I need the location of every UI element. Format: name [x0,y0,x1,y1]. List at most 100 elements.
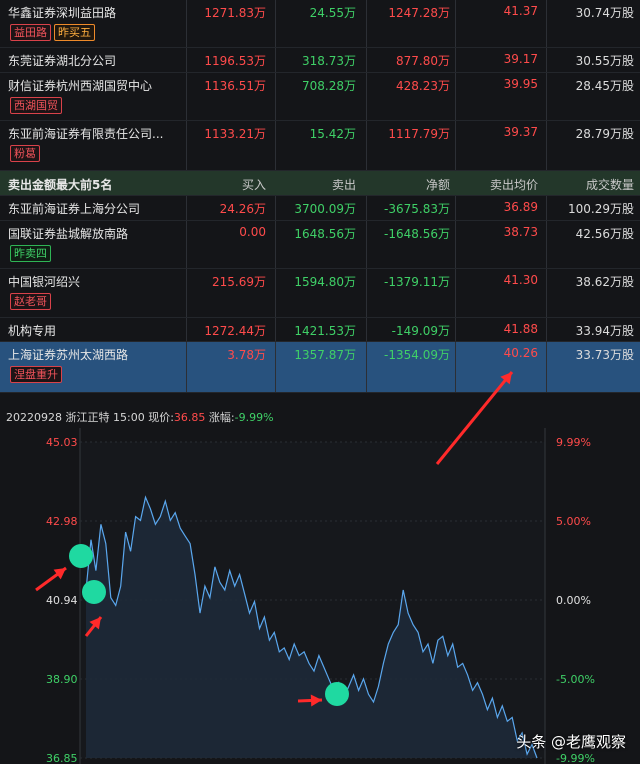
column-divider [546,48,547,72]
y-tick-label: 45.03 [46,436,78,449]
net-amount: -1354.09万 [384,348,450,362]
column-divider [366,318,367,341]
column-divider [455,269,456,317]
broker-tag[interactable]: 赵老哥 [10,293,51,310]
broker-name: 华鑫证券深圳益田路 [8,6,117,20]
sell-amount: 24.55万 [309,6,356,20]
net-amount: -3675.83万 [384,202,450,216]
pct-tick-label: -5.00% [556,673,595,686]
net-amount: 877.80万 [396,54,450,68]
header-volume: 成交数量 [585,178,634,192]
pct-tick-label: 5.00% [556,515,591,528]
column-divider [366,121,367,170]
net-amount: -1648.56万 [384,227,450,241]
pct-tick-label: 9.99% [556,436,591,449]
header-sell: 卖出 [331,178,356,192]
table-row[interactable]: 东莞证券湖北分公司 1196.53万 318.73万 877.80万 39.17 30.5… [0,48,640,73]
trade-marker-1 [69,544,93,568]
column-divider [366,196,367,220]
average-price: 41.37 [503,4,538,18]
column-divider [546,121,547,170]
column-divider [366,48,367,72]
buy-amount: 1271.83万 [204,6,266,20]
column-divider [455,121,456,170]
column-divider [455,0,456,47]
table-row[interactable]: 上海证券苏州太湖西路 3.78万 1357.87万 -1354.09万 40.26 33.… [0,342,640,393]
table-row[interactable]: 东亚前海证券上海分公司 24.26万 3700.09万 -3675.83万 36.89 1… [0,196,640,221]
net-amount: 428.23万 [396,79,450,93]
trade-volume: 28.45万股 [575,79,634,93]
header-net: 净额 [425,178,450,192]
column-divider [366,221,367,268]
broker-tag[interactable]: 昨卖四 [10,245,51,262]
column-divider [366,269,367,317]
column-divider [366,73,367,120]
y-tick-label: 36.85 [46,752,78,764]
column-divider [546,73,547,120]
table-row[interactable]: 华鑫证券深圳益田路 1271.83万 24.55万 1247.28万 41.37 30.7… [0,0,640,48]
arrow-to-marker-1 [35,566,67,592]
column-divider [186,221,187,268]
info-change-label: 涨幅: [208,411,235,424]
average-price: 39.37 [503,125,538,139]
buy-amount: 1133.21万 [204,127,266,141]
column-divider [455,221,456,268]
average-price: 36.89 [503,200,538,214]
intraday-chart: 45.03 9.99% 42.98 5.00% 40.94 0.00% 38.90 -5.00… [35,428,595,764]
pct-tick-label: -9.99% [556,752,595,764]
buy-rows: 华鑫证券深圳益田路 1271.83万 24.55万 1247.28万 41.37 30.7… [0,0,640,171]
broker-name: 中国银河绍兴 [8,275,81,289]
column-divider [455,196,456,220]
column-divider [275,196,276,220]
trade-volume: 33.94万股 [575,324,634,338]
broker-name: 东莞证券湖北分公司 [8,54,117,68]
broker-tag[interactable]: 益田路 [10,24,51,41]
buy-amount: 3.78万 [227,348,266,362]
net-amount: -149.09万 [391,324,450,338]
trade-marker-3 [325,682,349,706]
table-row[interactable]: 国联证券盐城解放南路 0.00 1648.56万 -1648.56万 38.73 42.5… [0,221,640,269]
sell-amount: 1648.56万 [294,227,356,241]
column-divider [186,342,187,392]
sell-amount: 3700.09万 [294,202,356,216]
broker-tag[interactable]: 西湖国贸 [10,97,62,114]
pct-tick-label: 0.00% [556,594,591,607]
average-price: 41.88 [503,322,538,336]
average-price: 38.73 [503,225,538,239]
info-price: 36.85 [173,411,206,424]
column-divider [455,48,456,72]
broker-tag[interactable]: 涅盘重升 [10,366,62,383]
column-divider [275,342,276,392]
column-divider [186,73,187,120]
sell-amount: 1594.80万 [294,275,356,289]
net-amount: 1247.28万 [388,6,450,20]
table-row[interactable]: 机构专用 1272.44万 1421.53万 -149.09万 41.88 33.94万股 [0,318,640,342]
trade-volume: 28.79万股 [575,127,634,141]
info-stock: 浙江正特 [65,411,110,424]
table-row[interactable]: 东亚前海证券有限责任公司... 1133.21万 15.42万 1117.79万 39.… [0,121,640,171]
sell-rows: 东亚前海证券上海分公司 24.26万 3700.09万 -3675.83万 36.89 1… [0,196,640,393]
buy-amount: 0.00 [239,225,266,239]
tag-group: 西湖国贸 [10,97,62,114]
broker-name: 财信证券杭州西湖国贸中心 [8,79,153,93]
broker-name: 东亚前海证券上海分公司 [8,202,141,216]
info-date: 20220928 [6,411,62,424]
tag-group: 益田路 昨买五 [10,24,95,41]
broker-tag[interactable]: 粉葛 [10,145,40,162]
buy-amount: 215.69万 [212,275,266,289]
column-divider [366,342,367,392]
column-divider [455,342,456,392]
header-avg: 卖出均价 [489,178,538,192]
table-row[interactable]: 财信证券杭州西湖国贸中心 1136.51万 708.28万 428.23万 39.95 2… [0,73,640,121]
sell-header-title: 卖出金额最大前5名 [8,178,113,192]
arrow-to-marker-1-head [53,568,66,580]
average-price: 39.17 [503,52,538,66]
trade-volume: 30.55万股 [575,54,634,68]
column-divider [455,318,456,341]
broker-tag[interactable]: 昨买五 [54,24,95,41]
sell-amount: 318.73万 [302,54,356,68]
info-time: 15:00 [113,411,145,424]
column-divider [186,48,187,72]
table-row[interactable]: 中国银河绍兴 215.69万 1594.80万 -1379.11万 41.30 38.62… [0,269,640,318]
dragon-tiger-table: 华鑫证券深圳益田路 1271.83万 24.55万 1247.28万 41.37 30.7… [0,0,640,393]
